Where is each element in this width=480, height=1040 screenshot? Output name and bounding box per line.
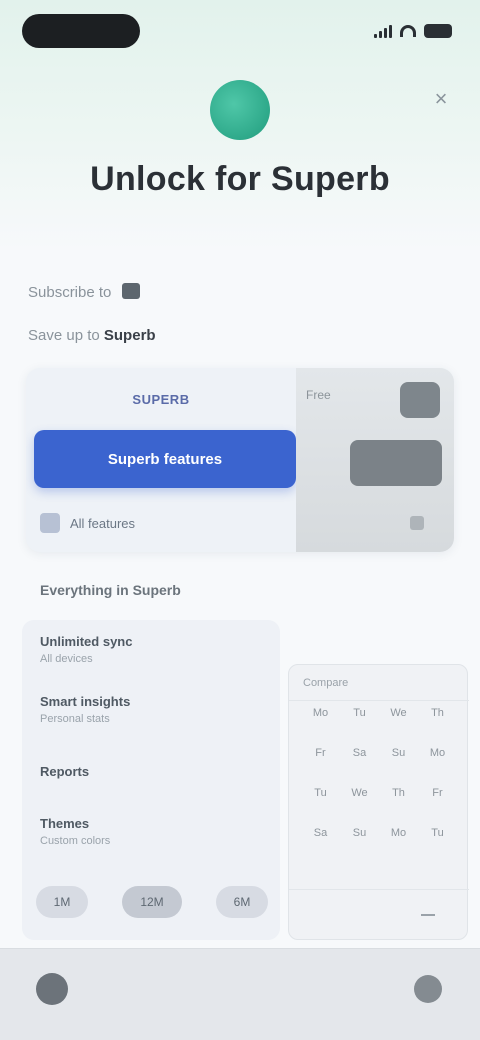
bottom-bar [0, 948, 480, 1040]
grid-cell: Th [392, 787, 405, 799]
grid-cell: Th [431, 707, 444, 719]
check-icon [40, 513, 60, 533]
info-line-2-value: Superb [103, 327, 156, 344]
grid-cell: Mo [429, 747, 446, 759]
feature-item: Unlimited sync All devices [40, 634, 132, 665]
info-line-1-text: Subscribe to [28, 284, 112, 301]
page-title: Unlock for Superb [90, 160, 390, 198]
feature-title: Unlimited sync [40, 634, 133, 649]
grid-cell: Sa [352, 747, 367, 759]
info-line-1: Subscribe to [28, 283, 140, 301]
app-logo [210, 80, 270, 140]
dynamic-island [22, 14, 140, 48]
minus-icon[interactable] [421, 913, 435, 916]
feature-item: Smart insights Personal stats [40, 694, 130, 725]
plan-selector: 1M 12M 6M [36, 886, 268, 918]
grid-cell: We [390, 707, 407, 719]
grid-cells: Mo Tu We Th Fr Sa Su Mo Tu We Th Fr Sa Su Mo Tu [301, 705, 457, 841]
features-card: Unlimited sync All devices Smart insight… [22, 620, 280, 940]
grid-cell: Tu [353, 707, 366, 719]
plan-comparison-card: SUPERB Superb features All features Free [26, 368, 454, 552]
status-bar [0, 0, 480, 60]
plan-option-2[interactable]: 12M [122, 886, 182, 918]
lock-icon [400, 382, 440, 418]
feature-row: All features [40, 508, 280, 538]
profile-icon[interactable] [36, 973, 68, 1005]
info-line-2: Save up to Superb [28, 327, 156, 344]
feature-title: Reports [40, 764, 90, 779]
header: × Unlock for Superb [0, 0, 480, 250]
premium-column: SUPERB Superb features All features [26, 368, 296, 552]
premium-plan-row[interactable]: Superb features [34, 430, 296, 488]
feature-item: Themes Custom colors [40, 816, 110, 847]
grid-heading: Compare [289, 665, 469, 701]
battery-icon [424, 24, 452, 38]
grid-cell: Tu [431, 827, 444, 839]
comparison-grid: Compare Mo Tu We Th Fr Sa Su Mo Tu We Th Fr Sa Su Mo Tu [288, 664, 469, 940]
premium-plan-label: Superb features [107, 450, 223, 468]
status-icons [374, 22, 452, 40]
settings-icon[interactable] [414, 975, 442, 1003]
info-line-2-text: Save up to [28, 327, 100, 344]
free-column: Free [296, 368, 454, 552]
grid-cell: Mo [390, 827, 407, 839]
plan-option-3[interactable]: 6M [216, 886, 268, 918]
grid-cell: Fr [432, 787, 443, 799]
grid-cell: We [351, 787, 368, 799]
grid-cell: Tu [314, 787, 327, 799]
free-column-heading: Free [306, 388, 331, 402]
feature-title: Smart insights [40, 694, 131, 709]
grid-cell: Sa [313, 827, 328, 839]
crown-icon [121, 283, 140, 299]
check-icon [410, 516, 424, 530]
feature-title: Themes [40, 816, 90, 831]
free-plan-block [350, 440, 442, 486]
signal-icon [374, 24, 392, 38]
feature-subtitle: Custom colors [40, 835, 111, 847]
premium-column-heading: SUPERB [132, 392, 190, 407]
grid-cell: Su [352, 827, 367, 839]
close-button[interactable]: × [428, 86, 454, 112]
grid-footer [289, 889, 469, 939]
grid-cell: Fr [315, 747, 326, 759]
feature-subtitle: All devices [40, 653, 93, 665]
features-heading: Everything in Superb [40, 582, 181, 598]
feature-subtitle: Personal stats [40, 713, 110, 725]
grid-cell: Su [391, 747, 406, 759]
feature-item: Reports [40, 764, 89, 779]
wifi-icon [400, 25, 416, 37]
grid-cell: Mo [312, 707, 329, 719]
feature-row-label: All features [70, 515, 136, 531]
plan-option-1[interactable]: 1M [36, 886, 88, 918]
